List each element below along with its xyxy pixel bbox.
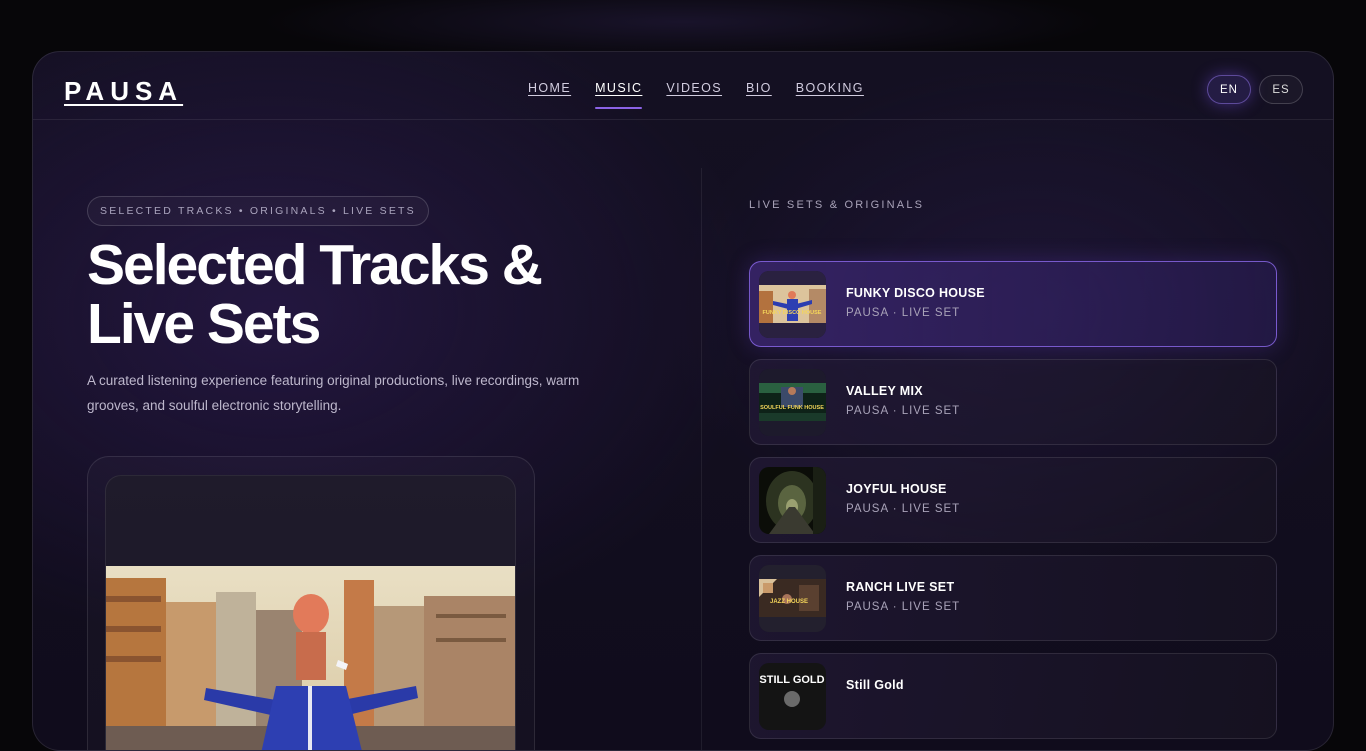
video-player[interactable] (105, 475, 516, 751)
track-title: VALLEY MIX (846, 384, 923, 398)
nav-music[interactable]: MUSIC (595, 81, 643, 109)
video-player-card (87, 456, 535, 751)
track-thumbnail: STILL GOLD (759, 663, 826, 730)
track-item[interactable]: STILL GOLD Still Gold (749, 653, 1277, 739)
track-item[interactable]: JOYFUL HOUSE PAUSA · LIVE SET (749, 457, 1277, 543)
track-subtitle: PAUSA · LIVE SET (846, 405, 961, 417)
column-divider (701, 168, 702, 750)
track-title: RANCH LIVE SET (846, 580, 955, 594)
video-thumbnail-image[interactable] (106, 566, 516, 751)
track-thumbnail-caption: SOULFUL FUNK HOUSE (760, 405, 824, 411)
track-subtitle: PAUSA · LIVE SET (846, 307, 961, 319)
hero-description: A curated listening experience featuring… (87, 373, 580, 413)
language-switcher: EN ES (1207, 75, 1303, 104)
language-en-button[interactable]: EN (1207, 75, 1251, 104)
site-logo[interactable]: PAUSA (64, 76, 183, 107)
nav-booking[interactable]: BOOKING (796, 81, 864, 95)
nav-home[interactable]: HOME (528, 81, 571, 95)
track-thumbnail-caption: STILL GOLD (759, 674, 824, 686)
track-thumbnail-caption: JAZZ HOUSE (770, 599, 808, 605)
page-frame: PAUSA HOME MUSIC VIDEOS BIO BOOKING EN E… (32, 51, 1334, 751)
track-subtitle: PAUSA · LIVE SET (846, 503, 961, 515)
language-es-button[interactable]: ES (1259, 75, 1303, 104)
playlist-section-label: LIVE SETS & ORIGINALS (749, 199, 925, 211)
nav-videos[interactable]: VIDEOS (666, 81, 722, 95)
top-navigation-bar: PAUSA HOME MUSIC VIDEOS BIO BOOKING EN E… (33, 52, 1333, 120)
track-item[interactable]: JAZZ HOUSE RANCH LIVE SET PAUSA · LIVE S… (749, 555, 1277, 641)
track-thumbnail: SOULFUL FUNK HOUSE (759, 369, 826, 436)
track-thumbnail (759, 467, 826, 534)
page-title: Selected Tracks & Live Sets (87, 233, 543, 356)
track-thumbnail: JAZZ HOUSE (759, 565, 826, 632)
track-thumbnail: FUNKY DISCO HOUSE (759, 271, 826, 338)
hero-eyebrow-badge: SELECTED TRACKS • ORIGINALS • LIVE SETS (87, 196, 429, 226)
track-subtitle: PAUSA · LIVE SET (846, 601, 961, 613)
track-item[interactable]: FUNKY DISCO HOUSE FUNKY DISCO HOUSE PAUS… (749, 261, 1277, 347)
track-title: Still Gold (846, 678, 904, 692)
track-title: FUNKY DISCO HOUSE (846, 286, 985, 300)
main-nav: HOME MUSIC VIDEOS BIO BOOKING (528, 81, 864, 109)
track-item[interactable]: SOULFUL FUNK HOUSE VALLEY MIX PAUSA · LI… (749, 359, 1277, 445)
nav-bio[interactable]: BIO (746, 81, 772, 95)
track-title: JOYFUL HOUSE (846, 482, 947, 496)
track-thumbnail-caption: FUNKY DISCO HOUSE (763, 310, 822, 316)
